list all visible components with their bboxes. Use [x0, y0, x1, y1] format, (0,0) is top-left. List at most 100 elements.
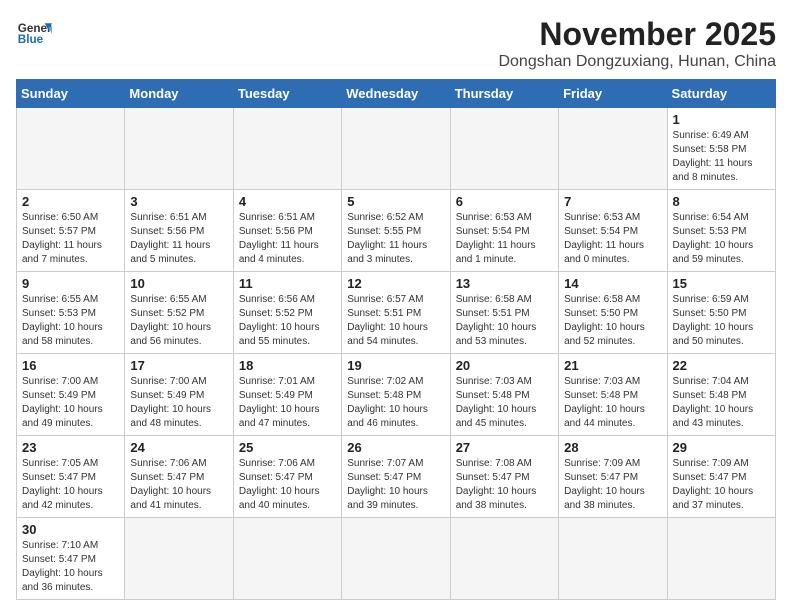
day-number: 8	[673, 194, 770, 209]
day-info: Sunrise: 6:49 AM Sunset: 5:58 PM Dayligh…	[673, 129, 770, 185]
day-number: 12	[347, 276, 444, 291]
calendar-day-cell: 16Sunrise: 7:00 AM Sunset: 5:49 PM Dayli…	[17, 354, 125, 436]
calendar-day-cell: 2Sunrise: 6:50 AM Sunset: 5:57 PM Daylig…	[17, 190, 125, 272]
day-of-week-header: Monday	[125, 80, 233, 108]
day-number: 30	[22, 522, 119, 537]
day-number: 17	[130, 358, 227, 373]
location-title: Dongshan Dongzuxiang, Hunan, China	[498, 53, 776, 71]
day-info: Sunrise: 7:01 AM Sunset: 5:49 PM Dayligh…	[239, 375, 336, 431]
day-number: 20	[456, 358, 553, 373]
calendar-day-cell: 24Sunrise: 7:06 AM Sunset: 5:47 PM Dayli…	[125, 436, 233, 518]
calendar-day-cell: 14 Sunrise: 6:58 AM Sunset: 5:50 PM Dayli…	[559, 272, 667, 354]
day-info: Sunrise: 7:09 AM Sunset: 5:47 PM Dayligh…	[564, 457, 661, 513]
calendar-day-cell: 6 Sunrise: 6:53 AM Sunset: 5:54 PM Daylig…	[450, 190, 558, 272]
day-info: Sunrise: 6:54 AM Sunset: 5:53 PM Dayligh…	[673, 211, 770, 267]
calendar-day-cell	[342, 518, 450, 600]
day-number: 25	[239, 440, 336, 455]
day-of-week-header: Saturday	[667, 80, 775, 108]
day-info: Sunrise: 6:51 AM Sunset: 5:56 PM Dayligh…	[130, 211, 227, 267]
calendar-day-cell: 27 Sunrise: 7:08 AM Sunset: 5:47 PM Dayli…	[450, 436, 558, 518]
day-number: 6	[456, 194, 553, 209]
calendar-day-cell	[667, 518, 775, 600]
day-number: 14	[564, 276, 661, 291]
day-number: 29	[673, 440, 770, 455]
calendar-day-cell: 9Sunrise: 6:55 AM Sunset: 5:53 PM Daylig…	[17, 272, 125, 354]
calendar-day-cell: 25 Sunrise: 7:06 AM Sunset: 5:47 PM Dayli…	[233, 436, 341, 518]
day-info: Sunrise: 6:57 AM Sunset: 5:51 PM Dayligh…	[347, 293, 444, 349]
calendar-day-cell	[450, 518, 558, 600]
calendar-day-cell: 15Sunrise: 6:59 AM Sunset: 5:50 PM Dayli…	[667, 272, 775, 354]
calendar-day-cell: 11 Sunrise: 6:56 AM Sunset: 5:52 PM Dayli…	[233, 272, 341, 354]
day-number: 26	[347, 440, 444, 455]
day-of-week-header: Sunday	[17, 80, 125, 108]
calendar-day-cell: 4 Sunrise: 6:51 AM Sunset: 5:56 PM Daylig…	[233, 190, 341, 272]
day-info: Sunrise: 7:00 AM Sunset: 5:49 PM Dayligh…	[130, 375, 227, 431]
calendar-week-row: 1 Sunrise: 6:49 AM Sunset: 5:58 PM Daylig…	[17, 108, 776, 190]
day-number: 11	[239, 276, 336, 291]
calendar-week-row: 16Sunrise: 7:00 AM Sunset: 5:49 PM Dayli…	[17, 354, 776, 436]
calendar-day-cell	[342, 108, 450, 190]
calendar-day-cell: 17 Sunrise: 7:00 AM Sunset: 5:49 PM Dayli…	[125, 354, 233, 436]
calendar-day-cell: 22Sunrise: 7:04 AM Sunset: 5:48 PM Dayli…	[667, 354, 775, 436]
day-info: Sunrise: 7:10 AM Sunset: 5:47 PM Dayligh…	[22, 539, 119, 595]
day-number: 2	[22, 194, 119, 209]
day-number: 7	[564, 194, 661, 209]
day-number: 10	[130, 276, 227, 291]
calendar-day-cell: 7 Sunrise: 6:53 AM Sunset: 5:54 PM Daylig…	[559, 190, 667, 272]
day-info: Sunrise: 7:02 AM Sunset: 5:48 PM Dayligh…	[347, 375, 444, 431]
day-number: 23	[22, 440, 119, 455]
calendar-day-cell	[125, 108, 233, 190]
day-info: Sunrise: 6:55 AM Sunset: 5:53 PM Dayligh…	[22, 293, 119, 349]
day-info: Sunrise: 6:58 AM Sunset: 5:50 PM Dayligh…	[564, 293, 661, 349]
day-info: Sunrise: 7:05 AM Sunset: 5:47 PM Dayligh…	[22, 457, 119, 513]
month-title: November 2025	[498, 16, 776, 53]
day-info: Sunrise: 6:59 AM Sunset: 5:50 PM Dayligh…	[673, 293, 770, 349]
calendar-table: SundayMondayTuesdayWednesdayThursdayFrid…	[16, 79, 776, 600]
day-info: Sunrise: 6:53 AM Sunset: 5:54 PM Dayligh…	[456, 211, 553, 267]
calendar-day-cell: 30 Sunrise: 7:10 AM Sunset: 5:47 PM Dayli…	[17, 518, 125, 600]
calendar-day-cell: 13 Sunrise: 6:58 AM Sunset: 5:51 PM Dayli…	[450, 272, 558, 354]
day-info: Sunrise: 6:51 AM Sunset: 5:56 PM Dayligh…	[239, 211, 336, 267]
day-number: 19	[347, 358, 444, 373]
day-info: Sunrise: 6:56 AM Sunset: 5:52 PM Dayligh…	[239, 293, 336, 349]
day-info: Sunrise: 7:06 AM Sunset: 5:47 PM Dayligh…	[130, 457, 227, 513]
calendar-day-cell: 28Sunrise: 7:09 AM Sunset: 5:47 PM Dayli…	[559, 436, 667, 518]
day-of-week-header: Wednesday	[342, 80, 450, 108]
day-info: Sunrise: 6:58 AM Sunset: 5:51 PM Dayligh…	[456, 293, 553, 349]
day-info: Sunrise: 7:07 AM Sunset: 5:47 PM Dayligh…	[347, 457, 444, 513]
day-info: Sunrise: 7:04 AM Sunset: 5:48 PM Dayligh…	[673, 375, 770, 431]
calendar-day-cell: 19 Sunrise: 7:02 AM Sunset: 5:48 PM Dayli…	[342, 354, 450, 436]
calendar-header-row: SundayMondayTuesdayWednesdayThursdayFrid…	[17, 80, 776, 108]
day-info: Sunrise: 7:08 AM Sunset: 5:47 PM Dayligh…	[456, 457, 553, 513]
calendar-week-row: 9Sunrise: 6:55 AM Sunset: 5:53 PM Daylig…	[17, 272, 776, 354]
calendar-day-cell: 5Sunrise: 6:52 AM Sunset: 5:55 PM Daylig…	[342, 190, 450, 272]
calendar-day-cell: 26 Sunrise: 7:07 AM Sunset: 5:47 PM Dayli…	[342, 436, 450, 518]
calendar-day-cell	[450, 108, 558, 190]
day-info: Sunrise: 6:53 AM Sunset: 5:54 PM Dayligh…	[564, 211, 661, 267]
day-number: 18	[239, 358, 336, 373]
day-number: 5	[347, 194, 444, 209]
day-of-week-header: Friday	[559, 80, 667, 108]
day-info: Sunrise: 7:06 AM Sunset: 5:47 PM Dayligh…	[239, 457, 336, 513]
calendar-week-row: 2Sunrise: 6:50 AM Sunset: 5:57 PM Daylig…	[17, 190, 776, 272]
calendar-week-row: 30 Sunrise: 7:10 AM Sunset: 5:47 PM Dayli…	[17, 518, 776, 600]
calendar-day-cell: 21Sunrise: 7:03 AM Sunset: 5:48 PM Dayli…	[559, 354, 667, 436]
day-info: Sunrise: 7:03 AM Sunset: 5:48 PM Dayligh…	[456, 375, 553, 431]
day-info: Sunrise: 7:09 AM Sunset: 5:47 PM Dayligh…	[673, 457, 770, 513]
day-number: 4	[239, 194, 336, 209]
day-number: 27	[456, 440, 553, 455]
calendar-week-row: 23 Sunrise: 7:05 AM Sunset: 5:47 PM Dayli…	[17, 436, 776, 518]
calendar-day-cell	[233, 518, 341, 600]
page-header: General Blue November 2025 Dongshan Dong…	[16, 16, 776, 71]
day-number: 13	[456, 276, 553, 291]
day-number: 1	[673, 112, 770, 127]
calendar-day-cell: 10 Sunrise: 6:55 AM Sunset: 5:52 PM Dayli…	[125, 272, 233, 354]
day-info: Sunrise: 6:55 AM Sunset: 5:52 PM Dayligh…	[130, 293, 227, 349]
calendar-day-cell: 18 Sunrise: 7:01 AM Sunset: 5:49 PM Dayli…	[233, 354, 341, 436]
calendar-day-cell: 3 Sunrise: 6:51 AM Sunset: 5:56 PM Daylig…	[125, 190, 233, 272]
day-number: 3	[130, 194, 227, 209]
calendar-day-cell	[125, 518, 233, 600]
calendar-day-cell: 29 Sunrise: 7:09 AM Sunset: 5:47 PM Dayli…	[667, 436, 775, 518]
calendar-day-cell	[233, 108, 341, 190]
day-of-week-header: Tuesday	[233, 80, 341, 108]
